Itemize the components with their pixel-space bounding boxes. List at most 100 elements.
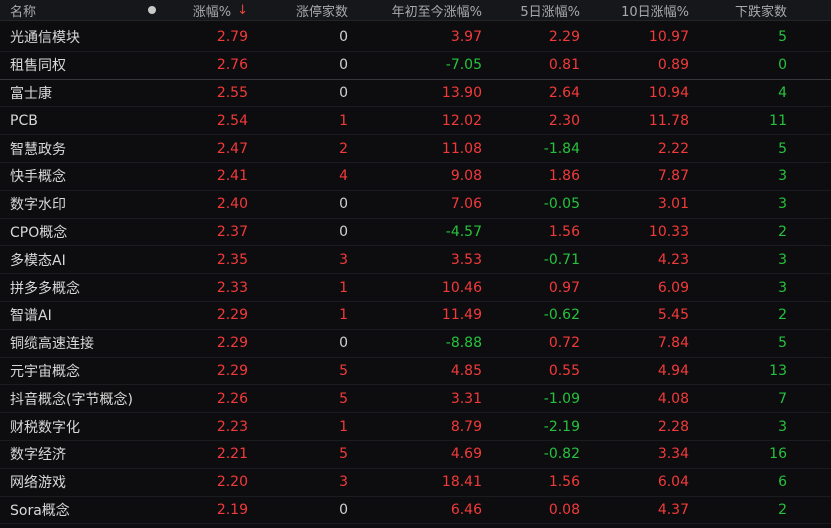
row-down-count: 5 xyxy=(778,29,787,46)
row-name: 拼多多概念 xyxy=(10,280,80,297)
row-down-count: 0 xyxy=(778,57,787,74)
row-name: Sora概念 xyxy=(10,502,70,519)
row-ytd: -4.57 xyxy=(445,223,482,240)
table-row[interactable]: PCB 2.54 1 12.02 2.30 11.78 11 xyxy=(0,107,831,136)
table-row[interactable]: 租售同权 2.76 0 -7.05 0.81 0.89 0 xyxy=(0,52,831,80)
row-down-count: 5 xyxy=(778,140,787,157)
row-limit-up: 0 xyxy=(339,84,348,101)
row-change: 2.35 xyxy=(216,251,248,268)
row-name: 多模态AI xyxy=(10,252,66,269)
row-10d: 2.28 xyxy=(657,418,689,435)
row-change: 2.79 xyxy=(216,29,248,46)
table-row[interactable]: 多模态AI 2.35 3 3.53 -0.71 4.23 3 xyxy=(0,246,831,275)
row-change: 2.26 xyxy=(216,390,248,407)
row-change: 2.19 xyxy=(216,501,248,518)
table-row[interactable]: CPO概念 2.37 0 -4.57 1.56 10.33 2 xyxy=(0,219,831,247)
row-name: 网络游戏 xyxy=(10,475,66,492)
sector-ranking-table: 名称 涨幅% ↓ 涨停家数 年初至今涨幅% 5日涨幅% 10日涨幅% 下跌家数 光… xyxy=(0,0,831,528)
row-ytd: 4.85 xyxy=(450,362,482,379)
row-divider xyxy=(0,78,831,80)
row-ytd: -7.05 xyxy=(445,57,482,74)
column-header-marker[interactable] xyxy=(140,0,164,20)
row-limit-up: 4 xyxy=(339,168,348,185)
row-5d: -0.82 xyxy=(543,446,580,463)
table-row[interactable]: 智慧政务 2.47 2 11.08 -1.84 2.22 5 xyxy=(0,135,831,163)
table-row[interactable]: 数字经济 2.21 5 4.69 -0.82 3.34 16 xyxy=(0,441,831,469)
row-change: 2.47 xyxy=(216,140,248,157)
row-change: 2.37 xyxy=(216,223,248,240)
row-name: 智慧政务 xyxy=(10,141,66,158)
row-limit-up: 0 xyxy=(339,57,348,74)
row-change: 2.41 xyxy=(216,168,248,185)
row-ytd: 3.53 xyxy=(450,251,482,268)
row-10d: 4.08 xyxy=(657,390,689,407)
column-header-ytd[interactable]: 年初至今涨幅% xyxy=(348,0,482,20)
row-change: 2.40 xyxy=(216,196,248,213)
row-change: 2.29 xyxy=(216,307,248,324)
row-down-count: 16 xyxy=(769,446,787,463)
row-name: 财税数字化 xyxy=(10,419,80,436)
row-5d: 2.64 xyxy=(548,84,580,101)
row-10d: 2.22 xyxy=(657,140,689,157)
table-row[interactable]: 光通信模块 2.79 0 3.97 2.29 10.97 5 xyxy=(0,24,831,52)
row-limit-up: 0 xyxy=(339,29,348,46)
row-limit-up: 1 xyxy=(339,279,348,296)
column-header-10d[interactable]: 10日涨幅% xyxy=(580,0,689,20)
row-5d: -1.84 xyxy=(543,140,580,157)
row-ytd: 13.90 xyxy=(441,84,482,101)
column-header-down-count[interactable]: 下跌家数 xyxy=(689,0,787,20)
row-down-count: 11 xyxy=(769,112,787,129)
row-limit-up: 1 xyxy=(339,112,348,129)
row-name: 智谱AI xyxy=(10,308,52,325)
row-name: 数字水印 xyxy=(10,197,66,214)
row-10d: 6.04 xyxy=(657,474,689,491)
row-down-count: 3 xyxy=(778,418,787,435)
row-ytd: 10.46 xyxy=(441,279,482,296)
row-down-count: 3 xyxy=(778,279,787,296)
table-row[interactable]: 数字水印 2.40 0 7.06 -0.05 3.01 3 xyxy=(0,191,831,219)
row-ytd: 12.02 xyxy=(441,112,482,129)
table-row[interactable]: 元宇宙概念 2.29 5 4.85 0.55 4.94 13 xyxy=(0,358,831,386)
row-change: 2.76 xyxy=(216,57,248,74)
row-5d: 2.29 xyxy=(548,29,580,46)
table-row[interactable]: 网络游戏 2.20 3 18.41 1.56 6.04 6 xyxy=(0,469,831,497)
row-ytd: 8.79 xyxy=(450,418,482,435)
row-name: 铜缆高速连接 xyxy=(10,336,94,353)
table-row[interactable]: 铜缆高速连接 2.29 0 -8.88 0.72 7.84 5 xyxy=(0,330,831,358)
row-name: 抖音概念(字节概念) xyxy=(10,391,133,408)
table-row[interactable]: 财税数字化 2.23 1 8.79 -2.19 2.28 3 xyxy=(0,413,831,441)
row-limit-up: 0 xyxy=(339,196,348,213)
table-row[interactable]: 智谱AI 2.29 1 11.49 -0.62 5.45 2 xyxy=(0,302,831,330)
column-header-name[interactable]: 名称 xyxy=(10,0,140,20)
row-10d: 3.34 xyxy=(657,446,689,463)
row-name: 富士康 xyxy=(10,85,52,102)
row-5d: 1.86 xyxy=(548,168,580,185)
table-row[interactable]: 快手概念 2.41 4 9.08 1.86 7.87 3 xyxy=(0,163,831,191)
row-limit-up: 0 xyxy=(339,335,348,352)
row-5d: -2.19 xyxy=(543,418,580,435)
row-change: 2.23 xyxy=(216,418,248,435)
row-name: 元宇宙概念 xyxy=(10,363,80,380)
table-header: 名称 涨幅% ↓ 涨停家数 年初至今涨幅% 5日涨幅% 10日涨幅% 下跌家数 xyxy=(0,0,831,21)
row-10d: 5.45 xyxy=(657,307,689,324)
row-ytd: 11.49 xyxy=(441,307,482,324)
table-row[interactable]: Sora概念 2.19 0 6.46 0.08 4.37 2 xyxy=(0,497,831,525)
row-limit-up: 0 xyxy=(339,501,348,518)
row-name: 租售同权 xyxy=(10,58,66,75)
sort-desc-icon: ↓ xyxy=(237,2,248,18)
row-10d: 0.89 xyxy=(657,57,689,74)
row-5d: 2.30 xyxy=(548,112,580,129)
column-header-change[interactable]: 涨幅% ↓ xyxy=(164,0,248,20)
table-row[interactable]: 抖音概念(字节概念) 2.26 5 3.31 -1.09 4.08 7 xyxy=(0,385,831,414)
row-5d: -0.05 xyxy=(543,196,580,213)
row-down-count: 4 xyxy=(778,84,787,101)
row-limit-up: 1 xyxy=(339,307,348,324)
table-row[interactable]: 富士康 2.55 0 13.90 2.64 10.94 4 xyxy=(0,80,831,108)
row-limit-up: 5 xyxy=(339,362,348,379)
column-header-limit-up[interactable]: 涨停家数 xyxy=(248,0,348,20)
dot-icon xyxy=(148,6,156,14)
row-10d: 7.87 xyxy=(657,168,689,185)
column-header-5d[interactable]: 5日涨幅% xyxy=(482,0,580,20)
row-5d: -0.71 xyxy=(543,251,580,268)
table-row[interactable]: 拼多多概念 2.33 1 10.46 0.97 6.09 3 xyxy=(0,274,831,302)
